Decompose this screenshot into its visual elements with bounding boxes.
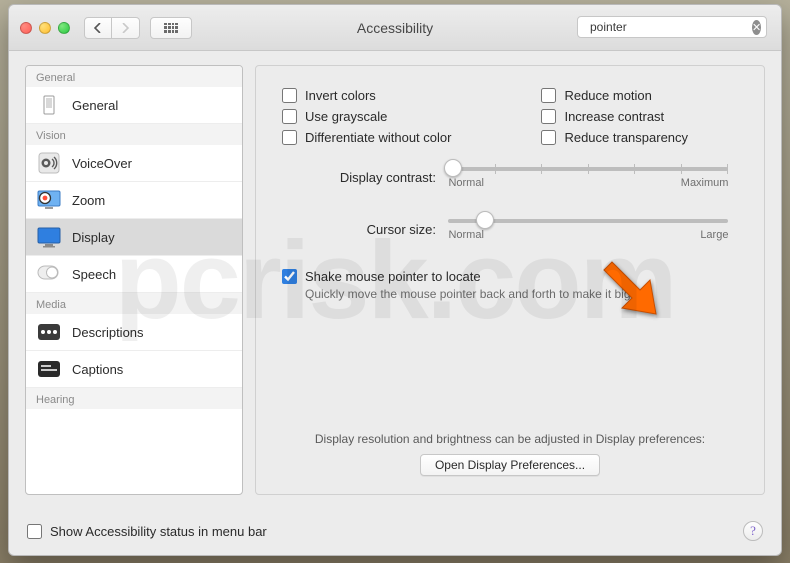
slider-min-label: Normal — [448, 229, 483, 241]
shake-pointer-checkbox[interactable]: Shake mouse pointer to locate — [282, 269, 738, 284]
sidebar-item-label: Captions — [72, 362, 123, 377]
sidebar-item-zoom[interactable]: Zoom — [26, 182, 242, 219]
sidebar-group-general: General — [26, 66, 242, 87]
open-display-preferences-button[interactable]: Open Display Preferences... — [420, 454, 600, 476]
cursor-size-slider[interactable]: Normal Large — [448, 219, 728, 241]
slider-max-label: Maximum — [681, 177, 729, 189]
cursor-size-row: Cursor size: Normal Large — [282, 219, 738, 241]
clear-search-button[interactable]: ✕ — [752, 20, 761, 35]
back-button[interactable] — [84, 17, 112, 39]
sidebar-item-descriptions[interactable]: Descriptions — [26, 314, 242, 351]
checkbox-label: Increase contrast — [564, 109, 664, 124]
minimize-window-button[interactable] — [39, 22, 51, 34]
sidebar-group-media: Media — [26, 293, 242, 314]
help-button[interactable]: ? — [743, 521, 763, 541]
forward-button[interactable] — [112, 17, 140, 39]
use-grayscale-checkbox[interactable]: Use grayscale — [282, 109, 451, 124]
invert-colors-checkbox[interactable]: Invert colors — [282, 88, 451, 103]
chevron-right-icon — [121, 23, 130, 33]
slider-min-label: Normal — [448, 177, 483, 189]
zoom-window-button[interactable] — [58, 22, 70, 34]
reduce-transparency-checkbox[interactable]: Reduce transparency — [541, 130, 688, 145]
preferences-window: Accessibility ✕ General General Vision V… — [8, 4, 782, 556]
checkbox-label: Invert colors — [305, 88, 376, 103]
display-contrast-row: Display contrast: Normal Maximum — [282, 167, 738, 189]
sidebar-item-label: Speech — [72, 267, 116, 282]
sidebar-item-general[interactable]: General — [26, 87, 242, 124]
cursor-size-label: Cursor size: — [282, 222, 436, 237]
reduce-motion-checkbox[interactable]: Reduce motion — [541, 88, 688, 103]
sidebar-item-label: VoiceOver — [72, 156, 132, 171]
display-preferences-footer: Display resolution and brightness can be… — [256, 432, 764, 476]
increase-contrast-checkbox[interactable]: Increase contrast — [541, 109, 688, 124]
captions-icon — [36, 358, 62, 380]
checkbox-label: Use grayscale — [305, 109, 387, 124]
checkbox-label: Show Accessibility status in menu bar — [50, 524, 267, 539]
slider-knob[interactable] — [444, 159, 462, 177]
titlebar: Accessibility ✕ — [9, 5, 781, 51]
descriptions-icon — [36, 321, 62, 343]
sidebar-item-label: Zoom — [72, 193, 105, 208]
sidebar-group-vision: Vision — [26, 124, 242, 145]
search-input[interactable] — [588, 19, 747, 35]
search-field[interactable]: ✕ — [577, 16, 767, 38]
sidebar-item-label: Display — [72, 230, 115, 245]
voiceover-icon — [36, 152, 62, 174]
differentiate-checkbox[interactable]: Differentiate without color — [282, 130, 451, 145]
footer-note: Display resolution and brightness can be… — [256, 432, 764, 446]
zoom-icon — [36, 189, 62, 211]
general-icon — [36, 94, 62, 116]
window-controls — [20, 22, 70, 34]
sidebar-item-label: General — [72, 98, 118, 113]
chevron-left-icon — [94, 23, 103, 33]
sidebar-group-hearing: Hearing — [26, 388, 242, 409]
sidebar-item-label: Descriptions — [72, 325, 144, 340]
display-contrast-label: Display contrast: — [282, 170, 436, 185]
display-contrast-slider[interactable]: Normal Maximum — [448, 167, 728, 189]
sidebar-item-display[interactable]: Display — [26, 219, 242, 256]
checkbox-label: Differentiate without color — [305, 130, 451, 145]
sidebar-item-voiceover[interactable]: VoiceOver — [26, 145, 242, 182]
display-icon — [36, 226, 62, 248]
shake-pointer-help: Quickly move the mouse pointer back and … — [305, 287, 738, 301]
speech-icon — [36, 263, 62, 285]
show-status-menubar-checkbox[interactable]: Show Accessibility status in menu bar — [27, 524, 267, 539]
checkbox-label: Reduce motion — [564, 88, 651, 103]
checkbox-label: Shake mouse pointer to locate — [305, 269, 481, 284]
settings-panel: Invert colors Use grayscale Differentiat… — [255, 65, 765, 495]
slider-max-label: Large — [700, 229, 728, 241]
nav-buttons — [84, 17, 140, 39]
show-all-button[interactable] — [150, 17, 192, 39]
checkbox-label: Reduce transparency — [564, 130, 688, 145]
slider-knob[interactable] — [476, 211, 494, 229]
category-sidebar[interactable]: General General Vision VoiceOver Zoom Di… — [25, 65, 243, 495]
sidebar-item-speech[interactable]: Speech — [26, 256, 242, 293]
grid-icon — [164, 23, 178, 33]
sidebar-item-captions[interactable]: Captions — [26, 351, 242, 388]
close-window-button[interactable] — [20, 22, 32, 34]
